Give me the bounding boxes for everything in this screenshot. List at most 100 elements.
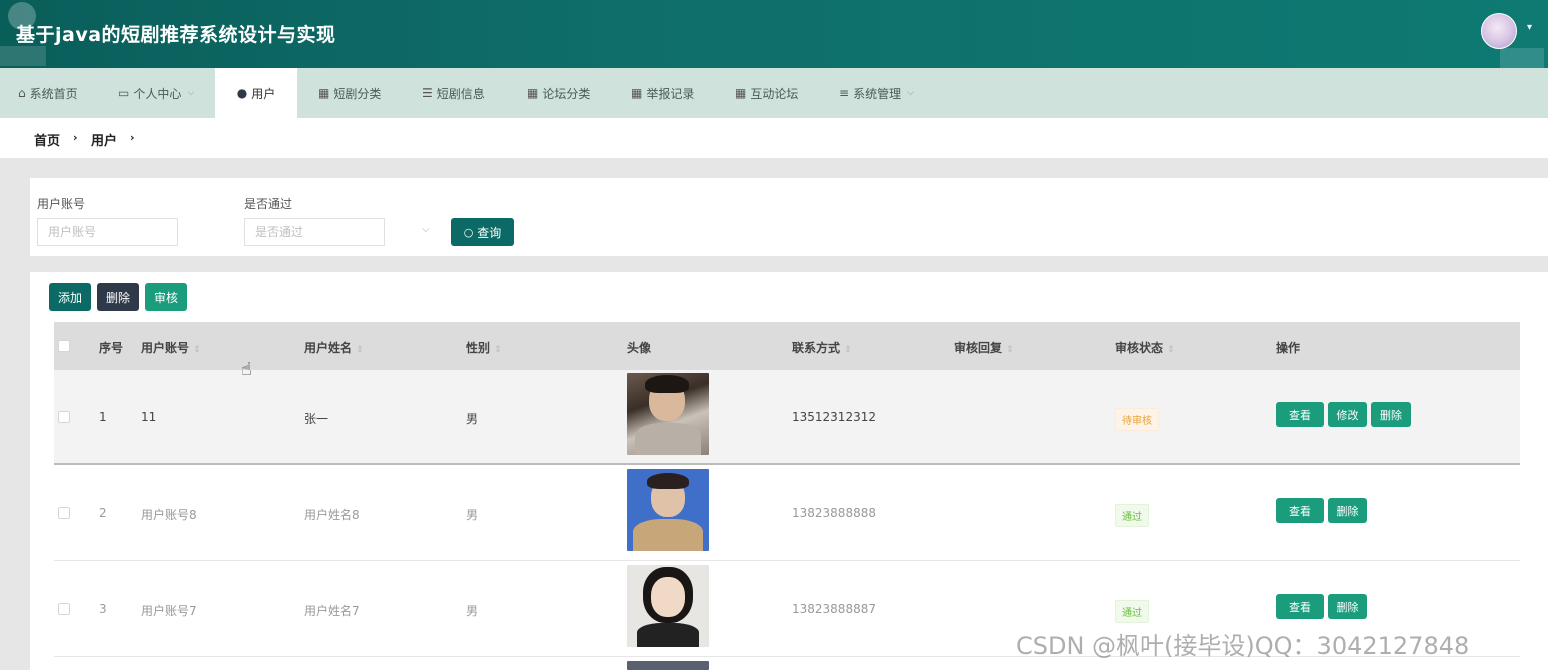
cell-gender: 男 (466, 508, 479, 522)
row-checkbox[interactable] (58, 411, 70, 423)
cell-index: 3 (99, 602, 107, 616)
view-button[interactable]: 查看 (1276, 594, 1324, 619)
chevron-down-icon: ⌵ (187, 88, 195, 98)
nav-label: 个人中心 (133, 86, 182, 101)
review-button[interactable]: 审核 (145, 283, 187, 311)
avatar-image[interactable] (627, 469, 709, 551)
nav-item-report-records[interactable]: ▦ 举报记录 (631, 68, 694, 118)
column-header-reply[interactable]: 审核回复 ⇕ (954, 339, 1014, 356)
column-header-name[interactable]: 用户姓名 ⇕ (304, 339, 364, 356)
column-header-index: 序号 (99, 341, 124, 355)
nav-label: 举报记录 (646, 86, 695, 101)
chevron-down-icon: ⌵ (907, 88, 914, 98)
account-search-input[interactable]: 用户账号 (37, 218, 178, 246)
passed-label: 是否通过 (244, 197, 293, 211)
cell-phone: 13823888888 (792, 506, 876, 520)
table-header (54, 322, 1520, 370)
row-delete-button[interactable]: 删除 (1328, 594, 1367, 619)
nav-label: 短剧分类 (333, 86, 382, 101)
row-delete-button[interactable]: 删除 (1328, 498, 1367, 523)
nav-item-drama-category[interactable]: ▦ 短剧分类 (318, 68, 381, 118)
column-label: 审核状态 (1115, 341, 1164, 355)
row-delete-button[interactable]: 删除 (1371, 402, 1411, 427)
column-label: 用户账号 (141, 341, 190, 355)
status-badge: 通过 (1115, 504, 1149, 527)
status-badge: 通过 (1115, 600, 1149, 623)
avatar[interactable] (1481, 13, 1517, 49)
cell-account: 用户账号8 (141, 508, 197, 522)
passed-select[interactable]: 是否通过 (244, 218, 385, 246)
edit-button[interactable]: 修改 (1328, 402, 1367, 427)
nav-item-forum-category[interactable]: ▦ 论坛分类 (527, 68, 590, 118)
home-icon: ⌂ (18, 86, 26, 100)
avatar-backdrop (1500, 48, 1544, 68)
query-button-label: 查询 (477, 225, 502, 240)
avatar-image[interactable] (627, 661, 709, 670)
nav-label: 短剧信息 (436, 86, 485, 101)
main-nav: ⌂ 系统首页 ▭ 个人中心 ⌵ ● 用户 ▦ 短剧分类 ☰ 短剧信息 ▦ 论坛分… (0, 68, 1548, 118)
nav-label: 系统首页 (29, 86, 78, 101)
sort-icon[interactable]: ⇕ (1167, 345, 1175, 355)
column-header-status[interactable]: 审核状态 ⇕ (1115, 339, 1175, 356)
breadcrumb-current: 用户 (91, 134, 118, 149)
column-header-account[interactable]: 用户账号 ⇕ (141, 339, 201, 356)
nav-item-home[interactable]: ⌂ 系统首页 (18, 68, 78, 118)
account-label: 用户账号 (37, 197, 86, 211)
column-header-phone[interactable]: 联系方式 ⇕ (792, 339, 852, 356)
query-button[interactable]: ○ 查询 (451, 218, 514, 246)
breadcrumb: 首页 › 用户 › (0, 118, 1548, 158)
column-header-avatar: 头像 (627, 341, 652, 355)
cell-index: 1 (99, 410, 107, 424)
view-button[interactable]: 查看 (1276, 402, 1324, 427)
column-label: 联系方式 (792, 341, 841, 355)
app-title: 基于java的短剧推荐系统设计与实现 (16, 24, 336, 46)
watermark: CSDN @枫叶(接毕设)QQ：3042127848 (1016, 632, 1470, 660)
sort-icon[interactable]: ⇕ (193, 345, 201, 355)
user-icon: ● (236, 86, 248, 100)
nav-item-system-management[interactable]: ≡ 系统管理 ⌵ (839, 68, 914, 118)
delete-button[interactable]: 删除 (97, 283, 139, 311)
cell-gender: 男 (466, 604, 479, 618)
menu-icon: ≡ (839, 86, 850, 100)
nav-item-forum[interactable]: ▦ 互动论坛 (735, 68, 798, 118)
row-checkbox[interactable] (58, 507, 70, 519)
column-label: 审核回复 (954, 341, 1003, 355)
avatar-image[interactable] (627, 565, 709, 647)
breadcrumb-home[interactable]: 首页 (34, 130, 60, 149)
grid-icon: ▦ (527, 86, 539, 100)
cell-account: 用户账号7 (141, 604, 197, 618)
sort-icon[interactable]: ⇕ (356, 345, 364, 355)
cell-gender: 男 (466, 412, 479, 426)
status-badge: 待审核 (1115, 408, 1159, 431)
chevron-down-icon[interactable]: ⌵ (422, 224, 430, 235)
nav-item-drama-info[interactable]: ☰ 短剧信息 (422, 68, 485, 118)
column-label: 性别 (466, 341, 491, 355)
decorative-shape (0, 46, 46, 66)
grid-icon: ▦ (631, 86, 643, 100)
cell-index: 2 (99, 506, 107, 520)
grid-icon: ▦ (735, 86, 747, 100)
column-header-gender[interactable]: 性别 ⇕ (466, 339, 502, 356)
chevron-right-icon: › (73, 131, 78, 144)
cell-name: 张一 (304, 412, 329, 426)
avatar-image[interactable] (627, 373, 709, 455)
caret-down-icon[interactable]: ▾ (1527, 22, 1532, 33)
add-button[interactable]: 添加 (49, 283, 91, 311)
grid-icon: ▦ (318, 86, 330, 100)
nav-label: 互动论坛 (750, 86, 799, 101)
cell-name: 用户姓名7 (304, 604, 360, 618)
nav-item-user[interactable]: ● 用户 (215, 68, 297, 118)
nav-label: 论坛分类 (542, 86, 591, 101)
sliders-icon: ☰ (422, 86, 433, 100)
row-checkbox[interactable] (58, 603, 70, 615)
sort-icon[interactable]: ⇕ (494, 345, 502, 355)
pointer-cursor-icon: ☝ (241, 359, 252, 380)
sort-icon[interactable]: ⇕ (844, 345, 852, 355)
column-label: 用户姓名 (304, 341, 353, 355)
nav-item-profile[interactable]: ▭ 个人中心 ⌵ (118, 68, 194, 118)
cell-name: 用户姓名8 (304, 508, 360, 522)
view-button[interactable]: 查看 (1276, 498, 1324, 523)
cell-phone: 13823888887 (792, 602, 876, 616)
sort-icon[interactable]: ⇕ (1006, 345, 1014, 355)
select-all-checkbox[interactable] (58, 340, 70, 352)
